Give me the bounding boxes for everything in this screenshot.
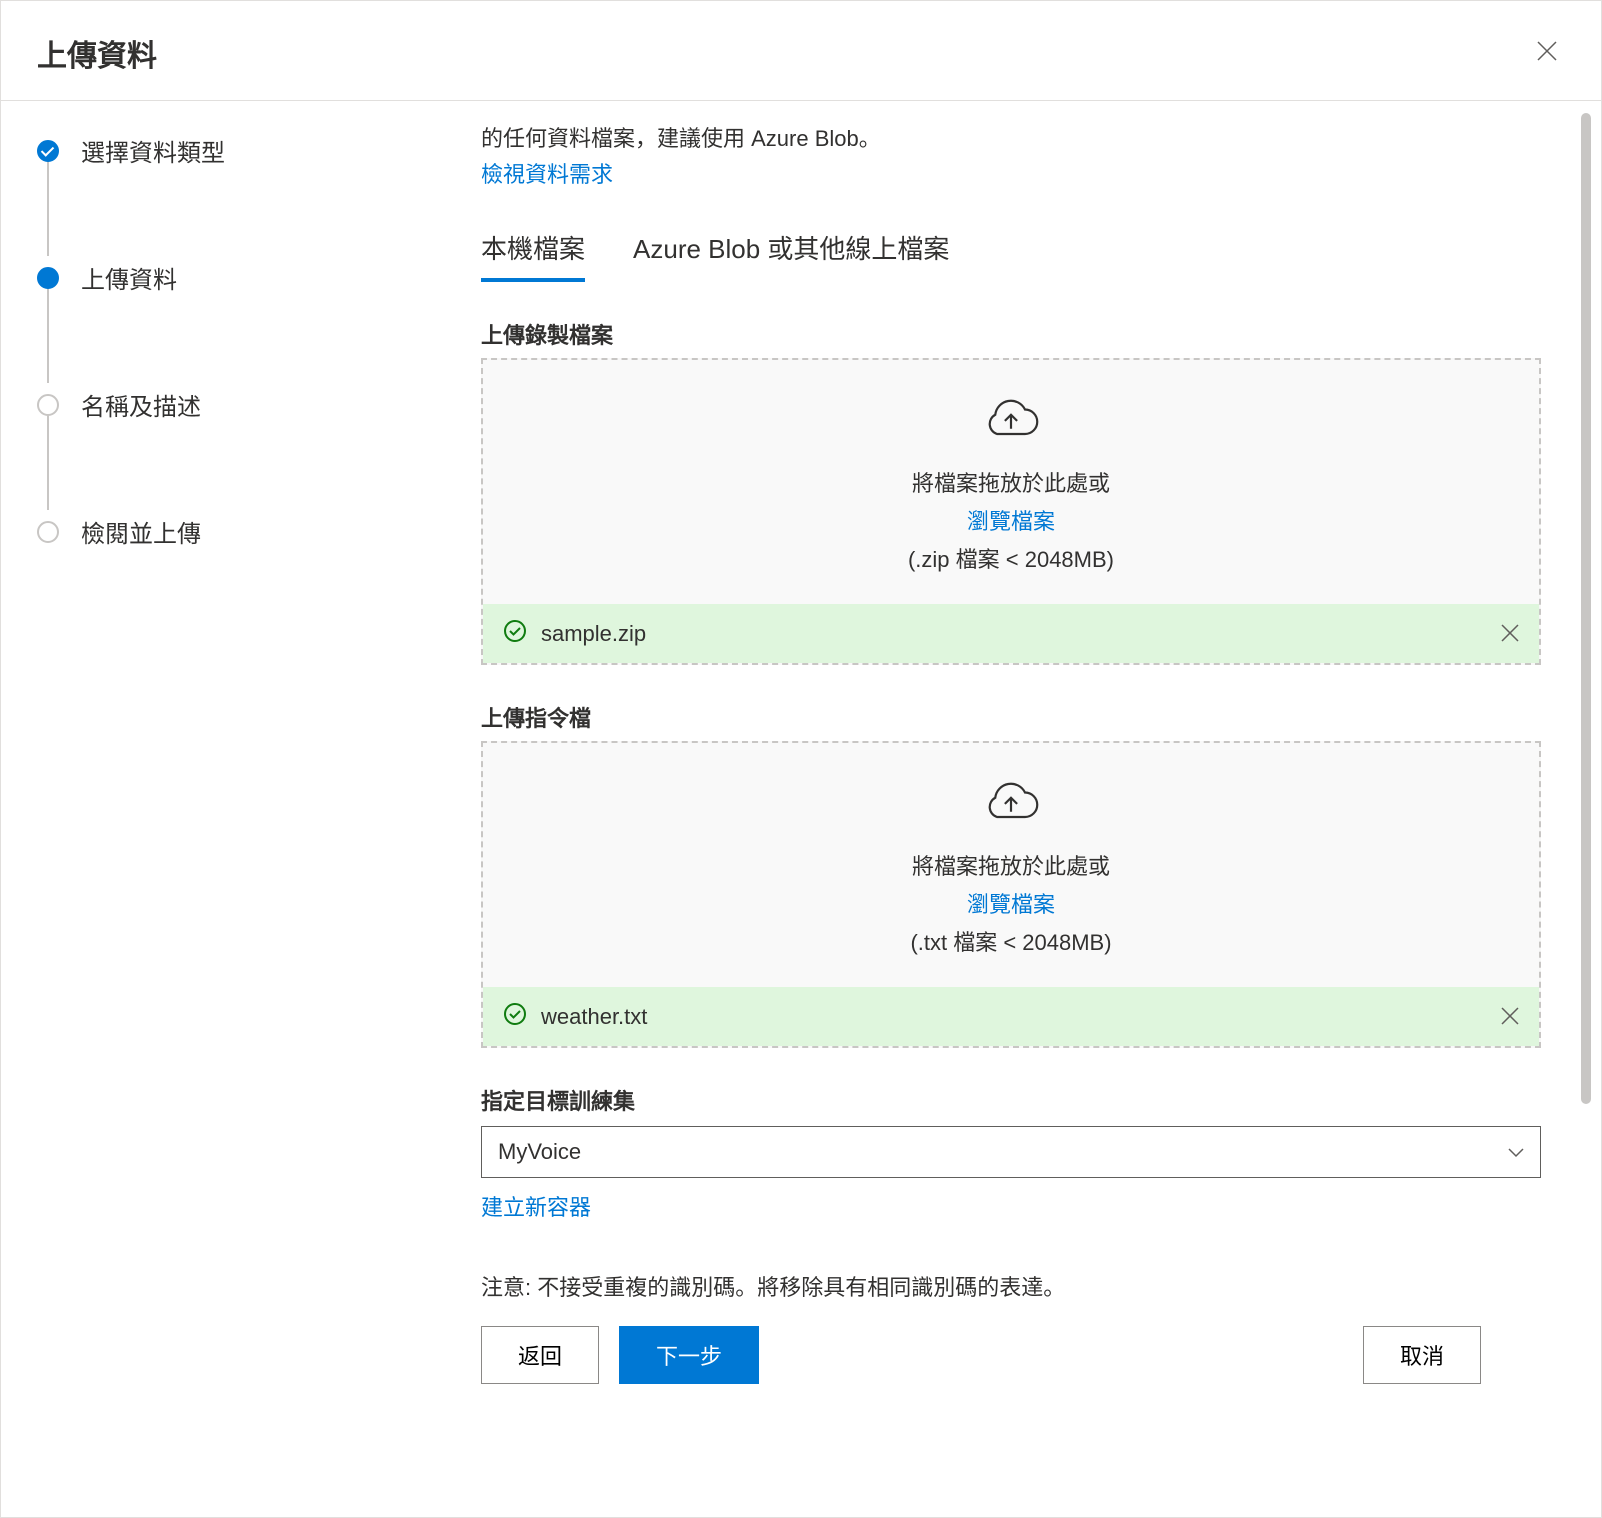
upload-script-dropzone[interactable]: 將檔案拖放於此處或 瀏覽檔案 (.txt 檔案 < 2048MB) — [483, 743, 1539, 987]
browse-script-link[interactable]: 瀏覽檔案 — [967, 887, 1055, 919]
upload-recording-hint: (.zip 檔案 < 2048MB) — [908, 542, 1114, 574]
step-label: 選擇資料類型 — [81, 133, 225, 168]
upload-recording-label: 上傳錄製檔案 — [481, 318, 1541, 350]
step-label: 檢閱並上傳 — [81, 514, 201, 549]
cloud-upload-icon — [983, 779, 1039, 833]
drag-text: 將檔案拖放於此處或 — [912, 466, 1110, 498]
chevron-down-icon — [1508, 1142, 1524, 1163]
step-pending-icon — [37, 521, 59, 543]
view-requirements-link[interactable]: 檢視資料需求 — [481, 162, 613, 187]
upload-recording-box: 將檔案拖放於此處或 瀏覽檔案 (.zip 檔案 < 2048MB) sample… — [481, 358, 1541, 665]
uploaded-script-name: weather.txt — [541, 1004, 647, 1030]
upload-script-box: 將檔案拖放於此處或 瀏覽檔案 (.txt 檔案 < 2048MB) weathe… — [481, 741, 1541, 1048]
upload-script-label: 上傳指令檔 — [481, 701, 1541, 733]
upload-recording-dropzone[interactable]: 將檔案拖放於此處或 瀏覽檔案 (.zip 檔案 < 2048MB) — [483, 360, 1539, 604]
upload-script-hint: (.txt 檔案 < 2048MB) — [910, 925, 1111, 957]
drag-text: 將檔案拖放於此處或 — [912, 849, 1110, 881]
cloud-upload-icon — [983, 396, 1039, 450]
source-tabs: 本機檔案 Azure Blob 或其他線上檔案 — [481, 221, 1541, 282]
cancel-button[interactable]: 取消 — [1363, 1326, 1481, 1384]
tab-local-file[interactable]: 本機檔案 — [481, 221, 585, 282]
dialog-header: 上傳資料 — [1, 1, 1601, 101]
step-review-upload[interactable]: 檢閱並上傳 — [37, 514, 445, 549]
remove-recording-button[interactable] — [1501, 618, 1519, 649]
close-button[interactable] — [1529, 29, 1565, 76]
duplicate-note: 注意: 不接受重複的識別碼。將移除具有相同識別碼的表達。 — [481, 1270, 1541, 1302]
step-pending-icon — [37, 394, 59, 416]
wizard-sidebar: 選擇資料類型 上傳資料 名稱及描述 檢閱並上傳 — [1, 101, 481, 1517]
browse-recording-link[interactable]: 瀏覽檔案 — [967, 504, 1055, 536]
step-label: 上傳資料 — [81, 260, 177, 295]
dialog-title: 上傳資料 — [37, 31, 157, 75]
uploaded-recording-row: sample.zip — [483, 604, 1539, 663]
remove-script-button[interactable] — [1501, 1001, 1519, 1032]
scrollbar[interactable] — [1581, 113, 1591, 1104]
intro-text: 的任何資料檔案，建議使用 Azure Blob。 — [481, 121, 1541, 153]
close-icon — [1537, 37, 1557, 67]
wizard-footer: 返回 下一步 取消 — [481, 1302, 1541, 1408]
uploaded-script-row: weather.txt — [483, 987, 1539, 1046]
step-active-icon — [37, 267, 59, 289]
create-container-link[interactable]: 建立新容器 — [481, 1190, 591, 1222]
main-panel: 的任何資料檔案，建議使用 Azure Blob。 檢視資料需求 本機檔案 Azu… — [481, 101, 1601, 1517]
step-check-icon — [37, 140, 59, 162]
uploaded-recording-name: sample.zip — [541, 621, 646, 647]
step-label: 名稱及描述 — [81, 387, 201, 422]
training-set-select[interactable]: MyVoice — [481, 1126, 1541, 1178]
step-upload-data[interactable]: 上傳資料 — [37, 260, 445, 387]
step-name-desc[interactable]: 名稱及描述 — [37, 387, 445, 514]
tab-azure-blob[interactable]: Azure Blob 或其他線上檔案 — [633, 221, 949, 282]
back-button[interactable]: 返回 — [481, 1326, 599, 1384]
success-check-icon — [503, 619, 527, 649]
step-select-type[interactable]: 選擇資料類型 — [37, 133, 445, 260]
success-check-icon — [503, 1002, 527, 1032]
training-set-value: MyVoice — [498, 1139, 581, 1165]
target-label: 指定目標訓練集 — [481, 1084, 1541, 1116]
next-button[interactable]: 下一步 — [619, 1326, 759, 1384]
